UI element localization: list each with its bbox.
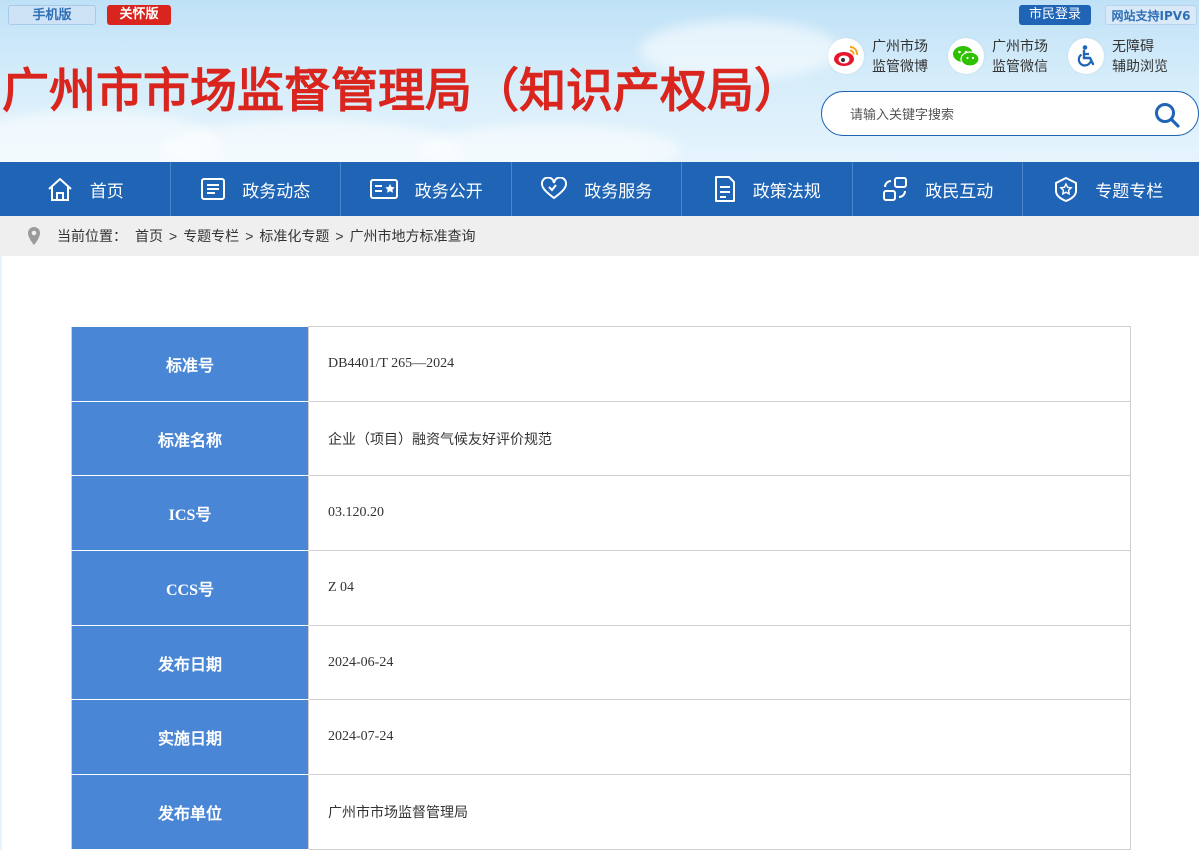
field-label: 实施日期 [71,699,309,776]
nav-item-public-info[interactable]: 政务公开 [341,162,512,216]
star-badge-icon [1055,176,1078,202]
field-value: Z 04 [308,550,1131,626]
table-row: 实施日期 2024-07-24 [71,699,1131,776]
location-pin-icon [28,227,40,245]
page-edge [0,256,2,850]
weibo-link[interactable]: 广州市场 监管微博 [828,36,928,76]
nav-item-news[interactable]: 政务动态 [171,162,341,216]
standard-details-table: 标准号 DB4401/T 265—2024 标准名称 企业（项目）融资气候友好评… [71,326,1131,850]
home-icon [48,178,72,201]
wechat-link[interactable]: 广州市场 监管微信 [948,36,1048,76]
breadcrumb: 当前位置： 首页 > 专题专栏 > 标准化专题 > 广州市地方标准查询 [0,216,1199,256]
nav-label: 政务公开 [414,181,483,201]
citizen-login-button[interactable]: 市民登录 [1019,5,1091,25]
nav-label: 首页 [89,181,124,201]
table-row: CCS号 Z 04 [71,550,1131,626]
field-value: 广州市市场监督管理局 [308,774,1131,850]
care-version-button[interactable]: 关怀版 [107,5,171,25]
field-label: 标准名称 [71,400,309,477]
field-value: 2024-06-24 [308,624,1131,701]
table-row: 标准号 DB4401/T 265—2024 [71,326,1131,402]
accessibility-label-line1: 无障碍 [1112,38,1154,54]
wechat-label-line1: 广州市场 [992,38,1048,54]
wechat-icon [948,38,984,74]
table-row: ICS号 03.120.20 [71,475,1131,552]
nav-label: 政务服务 [584,181,653,201]
public-info-icon [369,179,398,199]
site-title: 广州市市场监督管理局（知识产权局） [2,64,801,119]
search-box [821,91,1199,136]
ipv6-badge: 网站支持IPV6 [1105,5,1197,25]
document-icon [714,176,735,202]
breadcrumb-prefix: 当前位置： [57,228,127,244]
field-label: ICS号 [71,475,309,552]
accessibility-label-line2: 辅助浏览 [1112,58,1168,74]
breadcrumb-separator: > [335,228,344,244]
breadcrumb-current[interactable]: 广州市地方标准查询 [350,226,476,246]
header-banner: 手机版 关怀版 市民登录 网站支持IPV6 广州市市场监督管理局（知识产权局） … [0,0,1199,162]
field-value: 03.120.20 [308,475,1131,552]
nav-item-topics[interactable]: 专题专栏 [1023,162,1194,216]
search-input[interactable] [850,103,1130,125]
interaction-icon [883,177,908,201]
field-value: 2024-07-24 [308,699,1131,776]
nav-item-interaction[interactable]: 政民互动 [853,162,1023,216]
breadcrumb-separator: > [169,228,178,244]
nav-item-services[interactable]: 政务服务 [512,162,682,216]
table-row: 标准名称 企业（项目）融资气候友好评价规范 [71,400,1131,477]
field-value: 企业（项目）融资气候友好评价规范 [308,400,1131,477]
field-value: DB4401/T 265—2024 [308,326,1131,402]
table-row: 发布日期 2024-06-24 [71,624,1131,701]
breadcrumb-standardization[interactable]: 标准化专题 [259,226,329,246]
breadcrumb-topics[interactable]: 专题专栏 [183,226,239,246]
weibo-label-line1: 广州市场 [872,38,928,54]
heart-icon [541,177,568,200]
search-icon[interactable] [1154,102,1180,128]
wheelchair-icon [1068,38,1104,74]
breadcrumb-separator: > [245,228,254,244]
breadcrumb-home[interactable]: 首页 [135,226,163,246]
nav-item-policy[interactable]: 政策法规 [682,162,853,216]
field-label: 发布日期 [71,624,309,701]
wechat-label-line2: 监管微信 [992,58,1048,74]
field-label: CCS号 [71,550,309,626]
nav-item-home[interactable]: 首页 [0,162,171,216]
nav-label: 政策法规 [752,181,821,201]
accessibility-link[interactable]: 无障碍 辅助浏览 [1068,36,1168,76]
weibo-label-line2: 监管微博 [872,58,928,74]
nav-label: 政务动态 [242,181,311,201]
weibo-icon [828,38,864,74]
table-row: 发布单位 广州市市场监督管理局 [71,774,1131,850]
field-label: 标准号 [71,326,309,402]
mobile-version-button[interactable]: 手机版 [8,5,96,25]
nav-label: 专题专栏 [1095,181,1164,201]
main-nav: 首页 政务动态 政务公开 政务服务 政策法规 政民互动 专题专栏 [0,162,1199,216]
news-icon [201,178,226,200]
nav-label: 政民互动 [925,181,994,201]
field-label: 发布单位 [71,774,309,850]
